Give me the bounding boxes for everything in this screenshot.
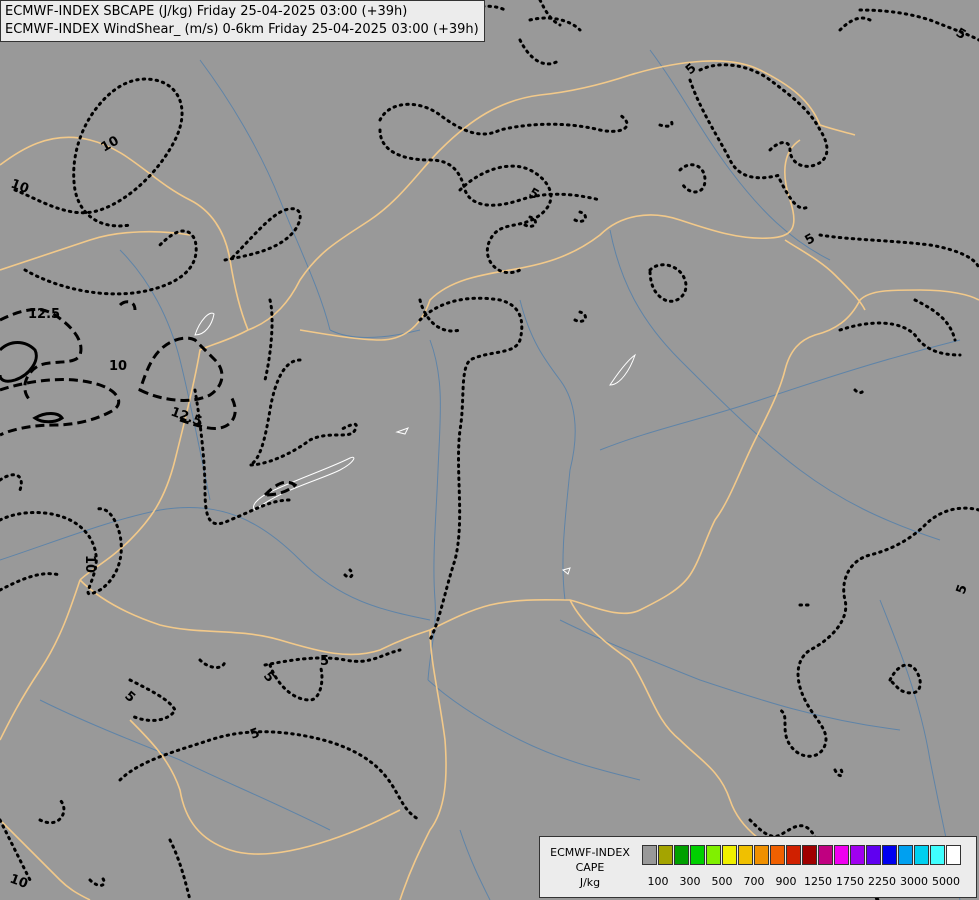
legend-swatch <box>770 845 785 865</box>
legend-swatch <box>738 845 753 865</box>
legend-tick-label: 1250 <box>804 875 832 888</box>
legend-swatch <box>786 845 801 865</box>
cape-legend: ECMWF-INDEX CAPE J/kg 100 300 500 700 900 125… <box>539 836 977 898</box>
legend-swatch <box>754 845 769 865</box>
legend-swatch <box>882 845 897 865</box>
legend-tick-label: 700 <box>743 875 765 888</box>
contour-label: 5 <box>320 654 329 669</box>
legend-tick-label: 100 <box>647 875 669 888</box>
legend-tick-labels: 100 300 500 700 900 1250 1750 2250 3000 5000 <box>642 875 972 889</box>
legend-swatch <box>706 845 721 865</box>
legend-swatch <box>722 845 737 865</box>
legend-swatch <box>834 845 849 865</box>
legend-title-model: ECMWF-INDEX <box>550 846 630 859</box>
legend-tick-label: 1750 <box>836 875 864 888</box>
legend-swatch <box>946 845 961 865</box>
contour-label: 10 <box>109 359 127 374</box>
legend-tick-label: 5000 <box>932 875 960 888</box>
title-windshear: ECMWF-INDEX WindShear_ (m/s) 0-6km Frida… <box>5 22 479 37</box>
legend-title: ECMWF-INDEX CAPE J/kg <box>544 845 636 890</box>
legend-swatch <box>642 845 657 865</box>
weather-map: 10 10 12.5 10 12.5 5 5 5 5 10 5 5 5 5 10… <box>0 0 979 900</box>
legend-title-variable: CAPE <box>575 861 605 874</box>
legend-tick-label: 900 <box>775 875 797 888</box>
legend-swatch <box>674 845 689 865</box>
legend-tick-label: 2250 <box>868 875 896 888</box>
legend-swatch <box>850 845 865 865</box>
legend-swatch <box>818 845 833 865</box>
legend-swatch <box>898 845 913 865</box>
legend-swatch <box>914 845 929 865</box>
legend-swatch <box>690 845 705 865</box>
legend-title-unit: J/kg <box>579 876 601 889</box>
legend-swatch <box>658 845 673 865</box>
contour-label: 12.5 <box>28 307 60 322</box>
legend-tick-label: 3000 <box>900 875 928 888</box>
legend-tick-label: 500 <box>711 875 733 888</box>
legend-swatch <box>802 845 817 865</box>
legend-swatch <box>866 845 881 865</box>
contour-label: 10 <box>82 555 97 573</box>
title-sbcape: ECMWF-INDEX SBCAPE (J/kg) Friday 25-04-2… <box>5 4 408 19</box>
legend-swatch <box>930 845 945 865</box>
legend-tick-label: 300 <box>679 875 701 888</box>
map-title-box: ECMWF-INDEX SBCAPE (J/kg) Friday 25-04-2… <box>0 0 485 42</box>
legend-color-scale <box>642 845 962 865</box>
